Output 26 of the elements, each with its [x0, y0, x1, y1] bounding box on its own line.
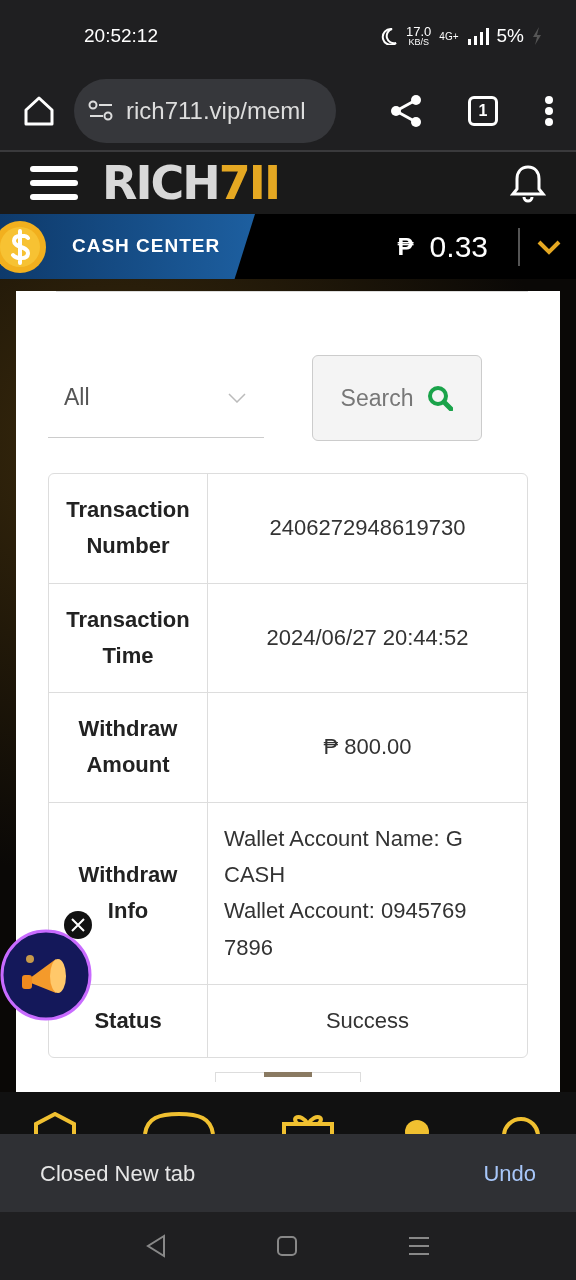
- currency-sign: ₱: [397, 231, 414, 262]
- cash-center-label: CASH CENTER: [72, 234, 221, 259]
- cash-center-banner[interactable]: CASH CENTER: [0, 214, 255, 279]
- filter-value: All: [64, 383, 90, 413]
- network-type: 4G+: [439, 29, 459, 44]
- row-value: 2024/06/27 20:44:52: [266, 623, 469, 652]
- search-button[interactable]: Search: [312, 355, 482, 441]
- row-label: Transaction Number: [49, 474, 208, 583]
- clock-time: 20:52:12: [84, 23, 158, 48]
- filter-dropdown[interactable]: All: [48, 358, 264, 438]
- row-value: Wallet Account: 0945769 7896: [224, 897, 468, 962]
- balance-amount: 0.33: [429, 229, 488, 265]
- row-value: ₱ 800.00: [323, 733, 412, 762]
- row-label: Transaction Time: [49, 583, 208, 693]
- speed-unit: KB/S: [408, 38, 429, 47]
- undo-button[interactable]: Undo: [483, 1156, 536, 1190]
- url-text: rich711.vip/meml: [126, 96, 306, 126]
- row-value: Success: [325, 1006, 410, 1035]
- row-label: Withdraw Amount: [49, 693, 208, 802]
- battery-level: 5%: [496, 23, 524, 48]
- snackbar-message: Closed New tab: [40, 1159, 196, 1188]
- row-value: Wallet Account Name: G CASH: [224, 824, 464, 890]
- row-value: 2406272948619730: [269, 514, 466, 543]
- tab-switcher-button[interactable]: 1: [468, 96, 498, 126]
- network-speed: 17.0: [406, 25, 432, 38]
- address-bar[interactable]: rich711.vip/meml: [74, 79, 336, 143]
